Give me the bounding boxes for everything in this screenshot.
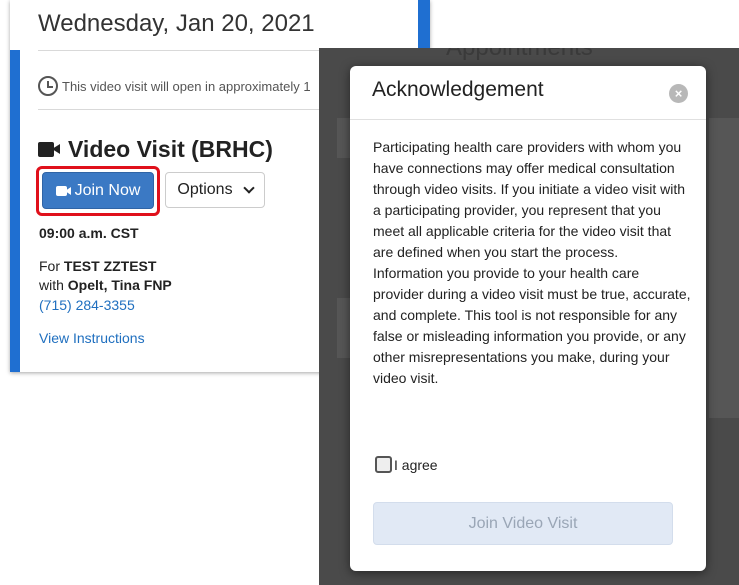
background-page-title: Appointments bbox=[446, 48, 593, 62]
video-camera-icon bbox=[55, 185, 71, 196]
agree-checkbox-row[interactable]: I agree bbox=[375, 456, 438, 473]
options-dropdown[interactable]: Options bbox=[165, 172, 265, 208]
join-now-label: Join Now bbox=[74, 181, 141, 199]
visit-title: Video Visit (BRHC) bbox=[38, 136, 273, 163]
provider-line: with Opelt, Tina FNP bbox=[39, 277, 172, 293]
card-accent-bar-left bbox=[10, 50, 20, 372]
appointment-date: Wednesday, Jan 20, 2021 bbox=[38, 10, 315, 37]
join-now-button[interactable]: Join Now bbox=[42, 172, 154, 209]
dialog-divider bbox=[350, 119, 706, 120]
agree-checkbox[interactable] bbox=[375, 456, 392, 473]
dialog-title: Acknowledgement bbox=[372, 78, 544, 101]
patient-name: TEST ZZTEST bbox=[63, 258, 157, 274]
appointment-time: 09:00 a.m. CST bbox=[39, 225, 139, 241]
patient-prefix: For bbox=[39, 258, 64, 274]
options-label: Options bbox=[177, 181, 233, 198]
close-icon[interactable]: × bbox=[669, 84, 688, 103]
view-instructions-link[interactable]: View Instructions bbox=[39, 330, 145, 346]
provider-prefix: with bbox=[39, 277, 68, 293]
visit-title-text: Video Visit (BRHC) bbox=[68, 136, 273, 162]
agree-label: I agree bbox=[394, 456, 438, 473]
open-notice: This video visit will open in approximat… bbox=[38, 76, 311, 96]
clock-icon bbox=[38, 76, 58, 96]
phone-link[interactable]: (715) 284-3355 bbox=[39, 297, 135, 313]
background-content bbox=[709, 118, 739, 418]
provider-name: Opelt, Tina FNP bbox=[67, 277, 172, 293]
video-camera-icon bbox=[38, 142, 60, 157]
chevron-down-icon bbox=[242, 182, 255, 194]
patient-line: For TEST ZZTEST bbox=[39, 258, 156, 274]
join-video-visit-button[interactable]: Join Video Visit bbox=[373, 502, 673, 545]
dialog-body-text: Participating health care providers with… bbox=[373, 139, 691, 386]
acknowledgement-dialog: Acknowledgement × Participating health c… bbox=[350, 66, 706, 571]
open-notice-text: This video visit will open in approximat… bbox=[62, 78, 311, 94]
